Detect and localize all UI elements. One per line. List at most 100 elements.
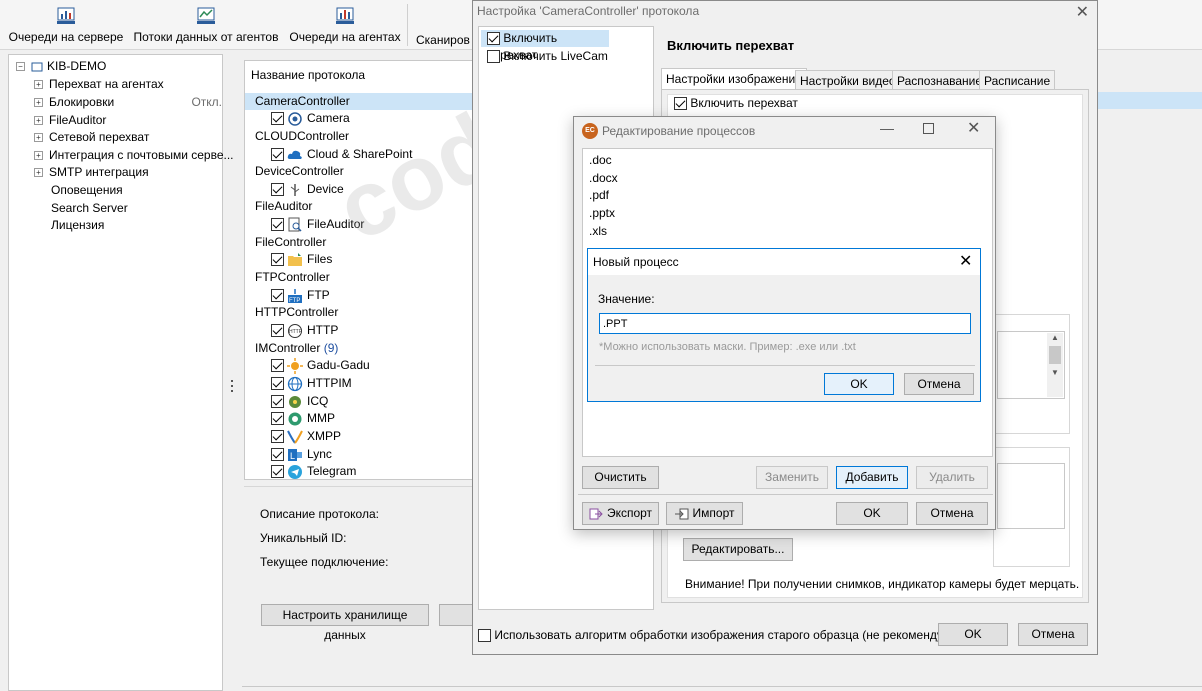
protocol-checkbox[interactable] — [271, 430, 284, 444]
minimize-icon[interactable]: — — [880, 120, 894, 136]
expand-icon[interactable]: + — [34, 116, 43, 126]
scrollbar[interactable]: ▲ ▼ — [1047, 333, 1063, 397]
protocol-group-row[interactable]: FileAuditor — [245, 198, 483, 215]
expand-icon[interactable]: + — [34, 168, 43, 178]
protocol-checkbox[interactable] — [271, 324, 284, 338]
tree-root[interactable]: − KIB-DEMO — [16, 57, 106, 75]
old-algorithm-checkbox[interactable] — [478, 629, 491, 643]
tree-item-smtp[interactable]: + SMTP интеграция — [34, 163, 149, 181]
protocol-item-row[interactable]: Files — [245, 251, 483, 268]
protocol-item-row[interactable]: Cloud & SharePoint — [245, 146, 483, 163]
process-item[interactable]: .docx — [589, 171, 618, 185]
process-item[interactable]: .xls — [589, 224, 607, 238]
tab-schedule[interactable]: Расписание — [979, 70, 1056, 90]
scroll-down-icon[interactable]: ▼ — [1047, 368, 1063, 377]
intercept-option[interactable]: Включить перехват — [674, 96, 798, 111]
tab-video-settings[interactable]: Настройки видео — [795, 70, 901, 90]
cancel-button[interactable]: Отмена — [1018, 623, 1088, 646]
agent-data-flows-button[interactable]: Потоки данных от агентов — [132, 4, 280, 48]
tab-recognition[interactable]: Распознавание — [892, 70, 988, 90]
tree-item-license[interactable]: Лицензия — [51, 216, 104, 234]
close-icon[interactable]: ✕ — [1076, 2, 1089, 22]
scroll-thumb[interactable] — [1049, 346, 1061, 364]
server-queues-button[interactable]: Очереди на сервере — [8, 4, 124, 48]
protocol-item-row[interactable]: L Lync — [245, 446, 483, 463]
protocol-item-row[interactable]: Device — [245, 181, 483, 198]
protocol-checkbox[interactable] — [271, 289, 284, 303]
protocol-item-row[interactable]: FTP FTP — [245, 287, 483, 304]
intercept-checkbox[interactable] — [674, 97, 687, 111]
protocol-group-row[interactable]: DeviceController — [245, 163, 483, 180]
tree-item-fileauditor[interactable]: + FileAuditor — [34, 111, 106, 129]
protocol-checkbox[interactable] — [271, 112, 284, 126]
ok-button[interactable]: OK — [824, 373, 894, 395]
protocol-item-row[interactable]: HTTP HTTP — [245, 322, 483, 339]
livecam-checkbox[interactable] — [487, 50, 500, 64]
expand-icon[interactable]: + — [34, 151, 43, 161]
delete-button[interactable]: Удалить — [916, 466, 988, 489]
protocol-group-row[interactable]: CameraController — [245, 93, 483, 110]
expand-icon[interactable]: + — [34, 80, 43, 90]
value-input[interactable] — [599, 313, 971, 334]
protocol-group-row[interactable]: FileController — [245, 234, 483, 251]
tree-item-agents[interactable]: + Перехват на агентах — [34, 75, 164, 93]
category-item-livecam[interactable]: Включить LiveCam — [481, 48, 608, 65]
close-icon[interactable]: ✕ — [959, 251, 972, 271]
protocol-checkbox[interactable] — [271, 148, 284, 162]
expand-icon[interactable]: + — [34, 133, 43, 143]
protocol-checkbox[interactable] — [271, 465, 284, 479]
close-icon[interactable]: ✕ — [967, 118, 980, 138]
protocol-item-row[interactable]: XMPP — [245, 428, 483, 445]
protocol-item-row[interactable]: Camera — [245, 110, 483, 127]
add-button[interactable]: Добавить — [836, 466, 908, 489]
replace-button[interactable]: Заменить — [756, 466, 828, 489]
protocol-group-row[interactable]: CLOUDController — [245, 128, 483, 145]
expand-icon[interactable]: + — [34, 98, 43, 108]
process-item[interactable]: .doc — [589, 153, 612, 167]
ok-button[interactable]: OK — [836, 502, 908, 525]
protocol-checkbox[interactable] — [271, 395, 284, 409]
splitter-handle[interactable] — [231, 380, 234, 396]
protocol-checkbox[interactable] — [271, 253, 284, 267]
protocol-item-row[interactable]: FileAuditor — [245, 216, 483, 233]
intercept-category-checkbox[interactable] — [487, 32, 500, 46]
protocol-group-row[interactable]: HTTPController — [245, 304, 483, 321]
tree-item-search-server[interactable]: Search Server — [51, 199, 128, 217]
scroll-up-icon[interactable]: ▲ — [1047, 333, 1063, 342]
edit-button[interactable]: Редактировать... — [683, 538, 793, 561]
old-algorithm-option[interactable]: Использовать алгоритм обработки изображе… — [478, 628, 971, 643]
category-item-intercept[interactable]: Включить перехват — [481, 30, 609, 62]
protocol-group-row[interactable]: IMController (9) — [245, 340, 483, 357]
tree-item-mail-integration[interactable]: + Интеграция с почтовыми серве... — [34, 146, 234, 164]
protocol-item-row[interactable]: MMP — [245, 410, 483, 427]
process-item[interactable]: .pptx — [589, 206, 615, 220]
maximize-icon[interactable] — [923, 123, 934, 134]
process-item[interactable]: .pdf — [589, 188, 609, 202]
clear-button[interactable]: Очистить — [582, 466, 659, 489]
tree-item-blocking[interactable]: + Блокировки Откл. — [34, 93, 222, 111]
secondary-button[interactable] — [439, 604, 473, 626]
protocol-checkbox[interactable] — [271, 218, 284, 232]
protocol-item-row[interactable]: Gadu-Gadu — [245, 357, 483, 374]
tree-item-notifications[interactable]: Оповещения — [51, 181, 123, 199]
collapse-icon[interactable]: − — [16, 62, 25, 72]
ok-button[interactable]: OK — [938, 623, 1008, 646]
protocol-checkbox[interactable] — [271, 377, 284, 391]
protocol-group-row[interactable]: FTPController — [245, 269, 483, 286]
configure-storage-button[interactable]: Настроить хранилище данных — [261, 604, 429, 642]
protocol-item-row[interactable]: Telegram — [245, 463, 483, 479]
tree-item-network[interactable]: + Сетевой перехват — [34, 128, 149, 146]
protocol-item-row[interactable]: HTTPIM — [245, 375, 483, 392]
protocol-checkbox[interactable] — [271, 448, 284, 462]
export-button[interactable]: Экспорт — [582, 502, 659, 525]
protocol-checkbox[interactable] — [271, 359, 284, 373]
agent-queues-button[interactable]: Очереди на агентах — [288, 4, 402, 48]
cancel-button[interactable]: Отмена — [904, 373, 974, 395]
import-button[interactable]: Импорт — [666, 502, 743, 525]
protocol-checkbox[interactable] — [271, 183, 284, 197]
cancel-button[interactable]: Отмена — [916, 502, 988, 525]
scan-button[interactable]: Сканиров — [416, 4, 476, 48]
protocol-checkbox[interactable] — [271, 412, 284, 426]
tab-image-settings[interactable]: Настройки изображения — [661, 68, 807, 90]
protocol-item-row[interactable]: ICQ — [245, 393, 483, 410]
